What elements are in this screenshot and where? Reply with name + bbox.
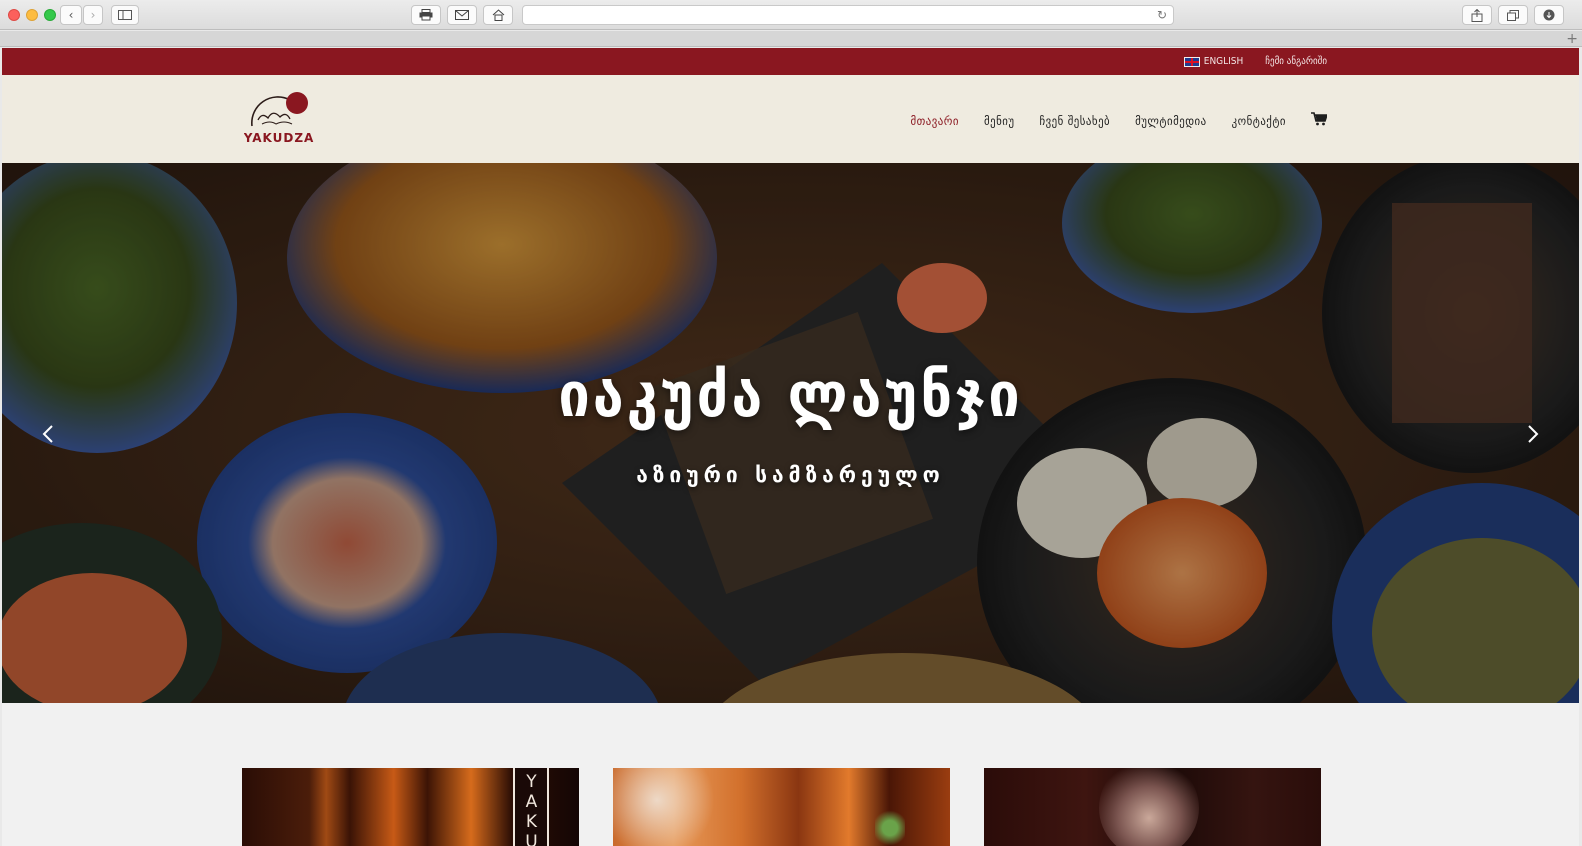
download-button[interactable] xyxy=(1534,5,1564,25)
hero-overlay xyxy=(2,163,1579,703)
home-icon xyxy=(492,9,504,21)
feature-card-hookah[interactable] xyxy=(613,768,950,846)
zoom-window-button[interactable] xyxy=(44,9,56,21)
print-icon xyxy=(419,9,433,21)
back-icon: ‹ xyxy=(68,8,74,22)
forward-icon: › xyxy=(90,8,96,22)
mail-icon xyxy=(455,10,469,20)
minimize-window-button[interactable] xyxy=(26,9,38,21)
download-icon xyxy=(1543,9,1555,21)
web-page: ENGLISH ჩემი ანგარიში YAKUDZA მთავარი მე… xyxy=(2,48,1579,846)
site-logo[interactable]: YAKUDZA xyxy=(243,90,314,146)
smoke-image xyxy=(613,768,723,846)
chevron-right-icon xyxy=(1528,425,1539,443)
mail-button[interactable] xyxy=(447,5,477,25)
hero-subtitle: აზიური სამზარეულო xyxy=(636,463,945,487)
language-english-label: ENGLISH xyxy=(1203,56,1244,67)
language-english-link[interactable]: ENGLISH xyxy=(1183,56,1244,67)
nav-item-contact[interactable]: კონტაქტი xyxy=(1232,114,1286,128)
forward-button[interactable]: › xyxy=(83,5,103,25)
tab-strip: + xyxy=(0,31,1582,47)
portrait-image xyxy=(1099,768,1199,846)
yakudza-logo-icon: YAKUDZA xyxy=(243,92,314,145)
hero-title: იაკუძა ლაუნჯი xyxy=(558,358,1023,431)
hero-slider: იაკუძა ლაუნჯი აზიური სამზარეულო xyxy=(2,163,1579,703)
card-vertical-label: YAKU xyxy=(521,772,542,846)
card-vertical-text: YAKU xyxy=(513,768,549,846)
nav-item-multimedia[interactable]: მულტიმედია xyxy=(1135,114,1206,128)
print-button[interactable] xyxy=(411,5,441,25)
slider-prev-button[interactable] xyxy=(36,421,60,447)
reload-icon[interactable]: ↻ xyxy=(1157,8,1167,22)
tabs-icon xyxy=(1507,9,1519,21)
shopping-cart-icon xyxy=(1311,112,1329,126)
feature-card-lounge[interactable]: YAKU xyxy=(242,768,579,846)
address-bar[interactable]: ↻ xyxy=(522,5,1174,25)
main-navigation: მთავარი მენიუ ჩვენ შესახებ მულტიმედია კო… xyxy=(910,112,1329,129)
home-button[interactable] xyxy=(483,5,513,25)
top-bar: ENGLISH ჩემი ანგარიში xyxy=(2,48,1579,75)
nav-item-home[interactable]: მთავარი xyxy=(910,114,958,128)
feature-card-portrait[interactable] xyxy=(984,768,1321,846)
uk-flag-icon xyxy=(1183,56,1200,67)
slider-next-button[interactable] xyxy=(1521,421,1545,447)
close-window-button[interactable] xyxy=(8,9,20,21)
new-tab-icon[interactable]: + xyxy=(1566,31,1578,47)
tabs-button[interactable] xyxy=(1498,5,1528,25)
sidebar-icon xyxy=(118,10,132,20)
site-header: YAKUDZA მთავარი მენიუ ჩვენ შესახებ მულტი… xyxy=(2,75,1579,163)
nav-item-menu[interactable]: მენიუ xyxy=(984,114,1015,128)
svg-text:YAKUDZA: YAKUDZA xyxy=(244,131,314,145)
mint-image xyxy=(875,808,905,846)
back-button[interactable]: ‹ xyxy=(60,5,82,25)
cart-button[interactable] xyxy=(1311,112,1329,129)
share-icon xyxy=(1471,8,1483,22)
chevron-left-icon xyxy=(42,425,53,443)
browser-toolbar: ‹ › ↻ xyxy=(0,0,1582,30)
my-account-link[interactable]: ჩემი ანგარიში xyxy=(1265,56,1327,67)
share-button[interactable] xyxy=(1462,5,1492,25)
feature-cards: YAKU xyxy=(242,768,1321,846)
sidebar-button[interactable] xyxy=(111,5,139,25)
nav-item-about[interactable]: ჩვენ შესახებ xyxy=(1039,114,1110,128)
